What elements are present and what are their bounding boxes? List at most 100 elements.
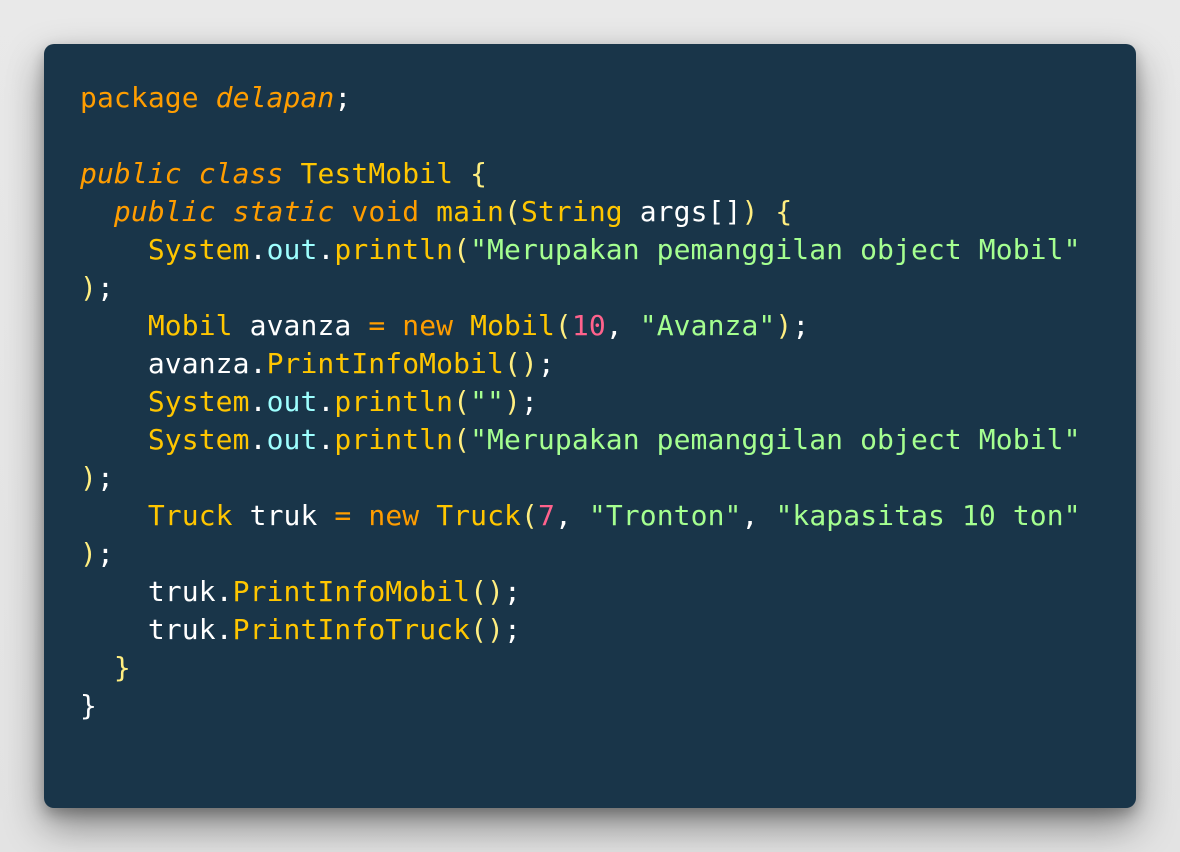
code-token: Truck xyxy=(436,499,521,532)
code-token: . xyxy=(249,385,267,418)
code-line: ); xyxy=(80,269,1081,307)
code-block: package delapan; public class TestMobil … xyxy=(80,79,1081,725)
code-token: ( xyxy=(453,233,471,266)
code-line: public class TestMobil { xyxy=(80,155,1081,193)
code-token: ; xyxy=(503,613,521,646)
code-token: 7 xyxy=(537,499,555,532)
code-token: . xyxy=(249,423,267,456)
code-token: println xyxy=(334,423,454,456)
code-token: ; xyxy=(96,271,114,304)
code-token: "Avanza" xyxy=(639,309,776,342)
code-token: ; xyxy=(537,347,555,380)
code-line: System.out.println("Merupakan pemanggila… xyxy=(80,231,1081,269)
code-token: ) xyxy=(775,309,793,342)
code-token: public xyxy=(113,195,216,228)
code-token: . xyxy=(317,385,335,418)
code-token: avanza xyxy=(147,347,250,380)
code-token: () xyxy=(470,575,504,608)
code-token: Mobil xyxy=(147,309,233,342)
code-token: "Merupakan pemanggilan object Mobil" xyxy=(470,233,1081,266)
code-token: package xyxy=(80,81,199,114)
code-line: truk.PrintInfoMobil(); xyxy=(80,573,1081,611)
code-token: PrintInfoTruck xyxy=(232,613,471,646)
code-token: = xyxy=(368,309,386,342)
code-line: package delapan; xyxy=(80,79,1081,117)
code-token: Mobil xyxy=(470,309,555,342)
code-token: () xyxy=(503,347,538,380)
code-token: TestMobil xyxy=(300,157,454,190)
code-token: } xyxy=(113,651,131,684)
code-token: out xyxy=(266,385,318,418)
code-token: ) xyxy=(80,461,97,494)
code-token: , xyxy=(554,499,572,532)
code-token: System xyxy=(147,385,250,418)
code-token: () xyxy=(470,613,504,646)
code-token: ) xyxy=(80,271,97,304)
code-token: . xyxy=(215,613,233,646)
code-token: ( xyxy=(504,195,521,228)
code-token: ( xyxy=(453,423,471,456)
code-token: avanza xyxy=(249,309,352,342)
code-token: ; xyxy=(334,81,352,114)
code-token: PrintInfoMobil xyxy=(232,575,471,608)
code-token: truk xyxy=(147,613,216,646)
code-token: } xyxy=(80,689,97,722)
code-token: ) xyxy=(741,195,759,228)
code-token: { xyxy=(470,157,488,190)
code-token: out xyxy=(266,233,318,266)
code-token: new xyxy=(368,499,420,532)
code-line: ); xyxy=(80,459,1081,497)
code-token: "Tronton" xyxy=(588,499,742,532)
code-token: PrintInfoMobil xyxy=(266,347,504,380)
code-token: ( xyxy=(453,385,471,418)
code-window: package delapan; public class TestMobil … xyxy=(44,44,1136,808)
code-token: "" xyxy=(470,385,504,418)
code-line: avanza.PrintInfoMobil(); xyxy=(80,345,1081,383)
code-token: ; xyxy=(520,385,538,418)
code-token: println xyxy=(334,233,454,266)
code-line: System.out.println(""); xyxy=(80,383,1081,421)
code-token: truk xyxy=(147,575,216,608)
code-token: System xyxy=(147,423,250,456)
code-token: out xyxy=(266,423,318,456)
code-token: ; xyxy=(792,309,810,342)
code-token: ( xyxy=(521,499,538,532)
code-token: { xyxy=(775,195,793,228)
code-token: . xyxy=(249,347,267,380)
code-token: , xyxy=(605,309,623,342)
code-token: . xyxy=(317,423,335,456)
code-token: System xyxy=(147,233,250,266)
code-token: = xyxy=(334,499,352,532)
code-token: main xyxy=(436,195,505,228)
code-token: Truck xyxy=(147,499,233,532)
code-line: ); xyxy=(80,535,1081,573)
code-token: . xyxy=(249,233,267,266)
code-token: String xyxy=(520,195,623,228)
code-token: void xyxy=(351,195,420,228)
code-line: truk.PrintInfoTruck(); xyxy=(80,611,1081,649)
code-token: "kapasitas 10 ton" xyxy=(775,499,1081,532)
code-token: 10 xyxy=(571,309,606,342)
